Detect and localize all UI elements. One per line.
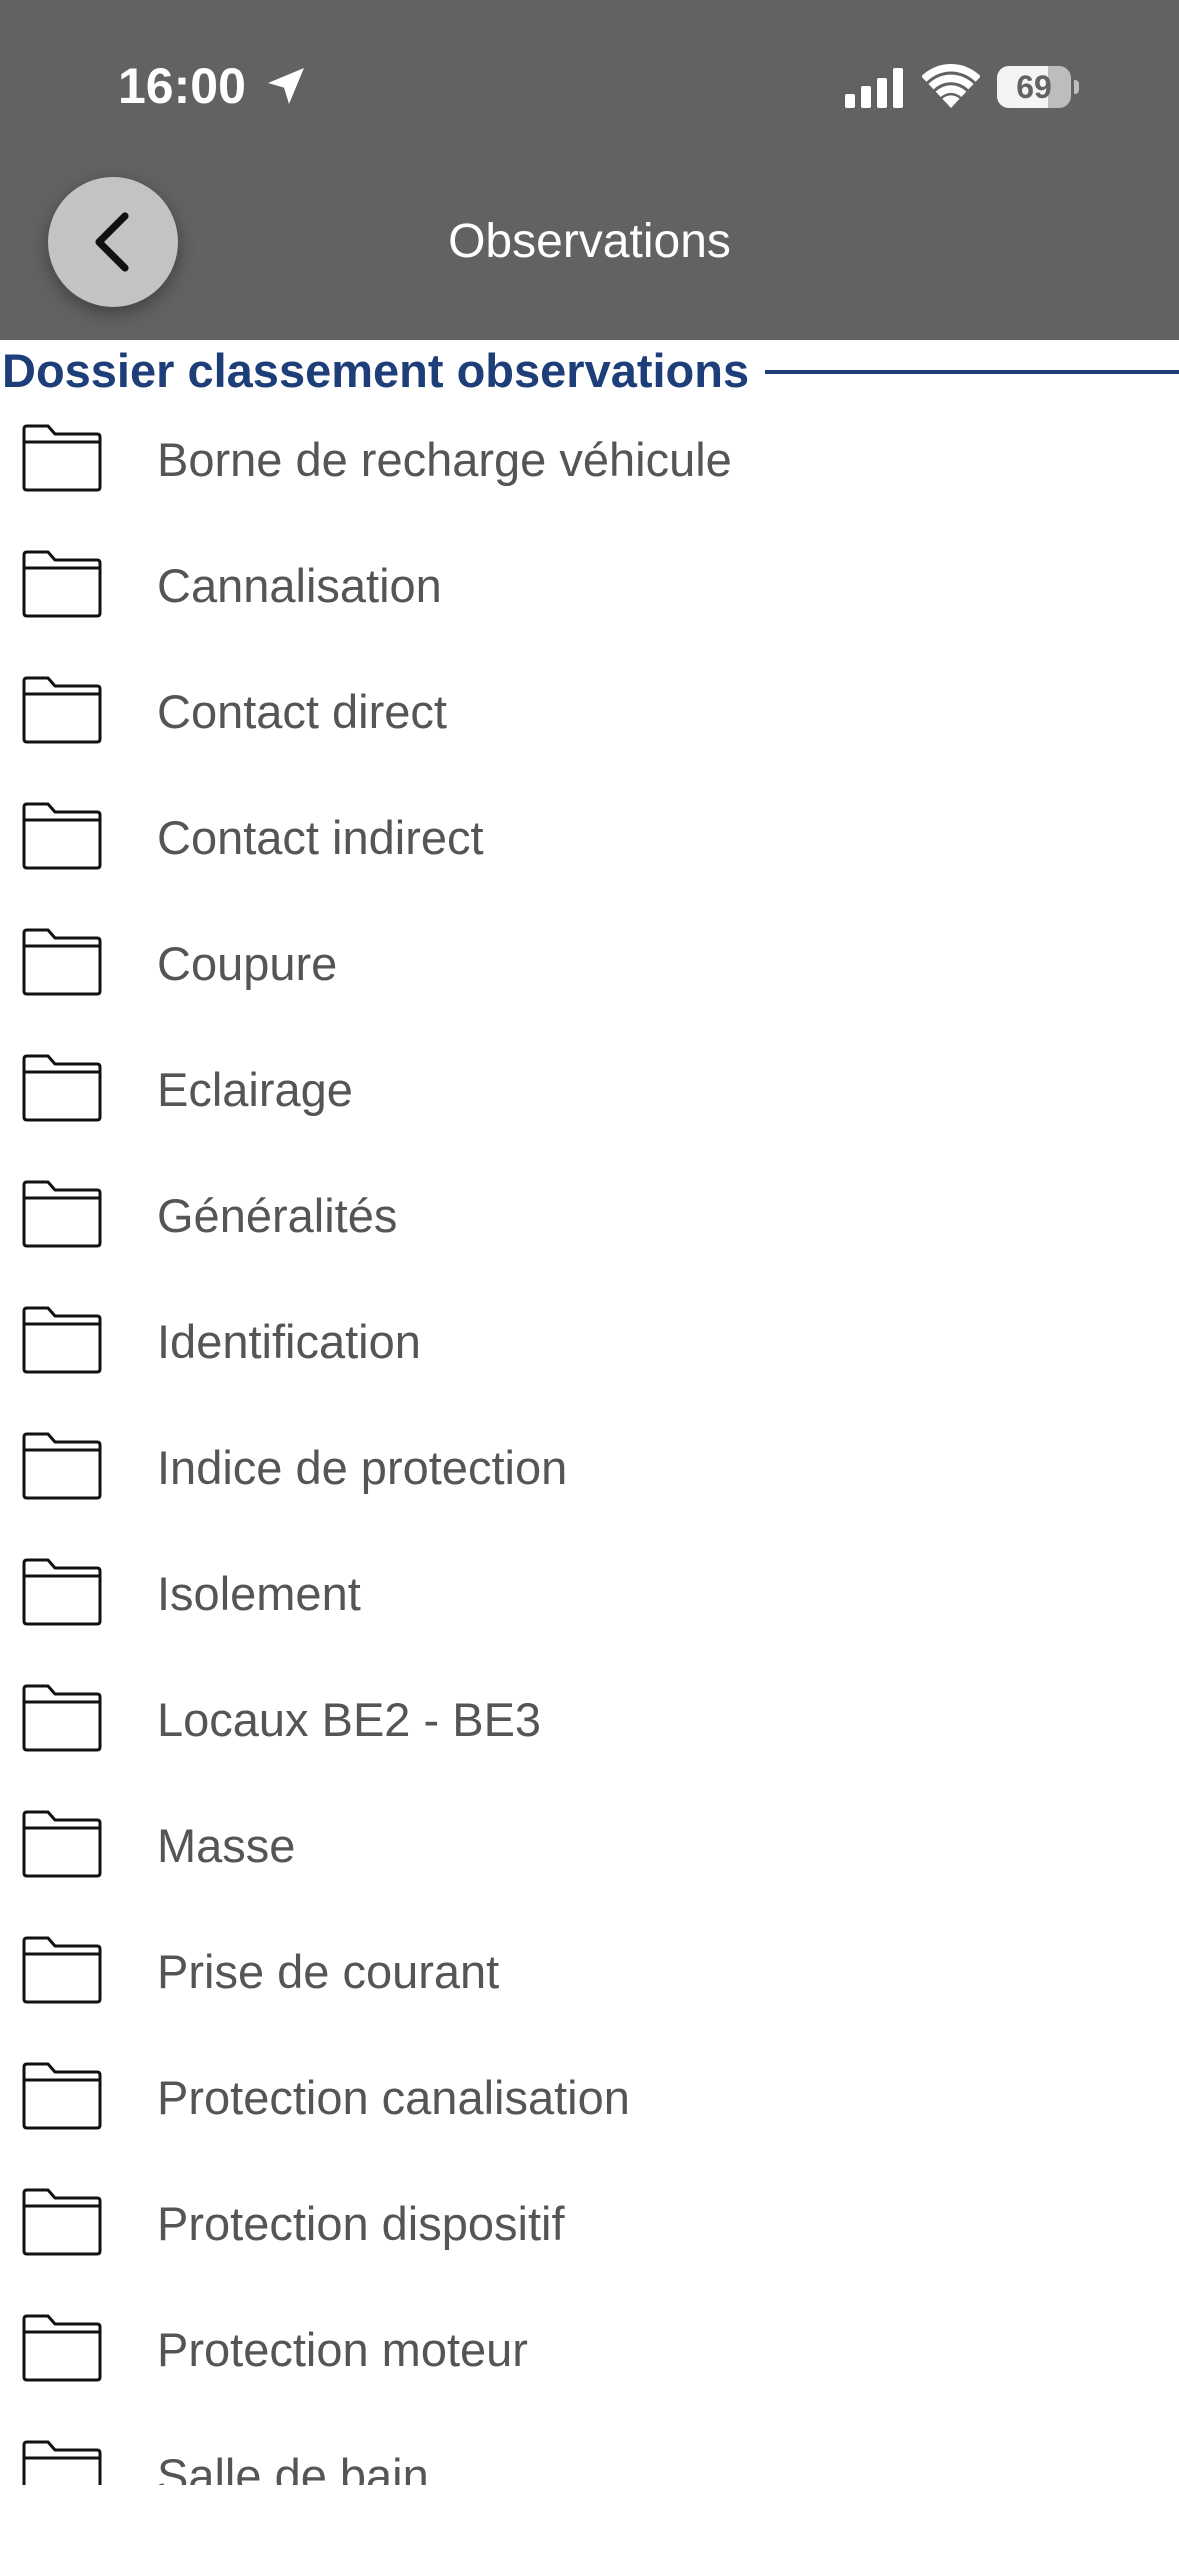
battery-percent: 69 (1016, 69, 1052, 105)
folder-list-item[interactable]: Généralités (0, 1156, 1179, 1282)
folder-icon (22, 2062, 102, 2130)
battery-icon: 69 (997, 66, 1079, 108)
folder-icon (22, 1936, 102, 2004)
folder-list-item[interactable]: Borne de recharge véhicule (0, 400, 1179, 526)
location-arrow-icon (268, 68, 304, 104)
folder-icon (22, 1432, 102, 1500)
folder-label: Masse (157, 1819, 296, 1872)
navigation-header: 16:00 69 Observations (0, 0, 1179, 340)
folder-label: Contact indirect (157, 811, 484, 864)
folder-label: Protection canalisation (157, 2071, 630, 2124)
section-title: Dossier classement observations (2, 343, 750, 397)
folder-list-item[interactable]: Contact indirect (0, 778, 1179, 904)
folder-label: Protection moteur (157, 2323, 528, 2376)
battery-body: 69 (997, 66, 1071, 108)
folder-icon (22, 1306, 102, 1374)
wifi-icon (922, 64, 980, 108)
folder-list-item[interactable]: Isolement (0, 1534, 1179, 1660)
folder-icon (22, 1180, 102, 1248)
folder-label: Prise de courant (157, 1945, 500, 1998)
folder-label: Eclairage (157, 1063, 353, 1116)
folder-icon (22, 676, 102, 744)
folder-list-item[interactable]: Protection moteur (0, 2290, 1179, 2416)
folder-list-item[interactable]: Eclairage (0, 1030, 1179, 1156)
folder-label: Identification (157, 1315, 421, 1368)
folder-label: Indice de protection (157, 1441, 568, 1494)
folder-list-item[interactable]: Cannalisation (0, 526, 1179, 652)
folder-icon (22, 2188, 102, 2256)
folder-icon (22, 1054, 102, 1122)
battery-nub (1074, 80, 1079, 94)
page-title: Observations (448, 215, 731, 268)
folder-icon (22, 1558, 102, 1626)
folder-label: Contact direct (157, 685, 447, 738)
folder-label: Généralités (157, 1189, 398, 1242)
folder-list[interactable]: Borne de recharge véhicule Cannalisation… (0, 400, 1179, 2485)
folder-label: Coupure (157, 937, 338, 990)
folder-icon (22, 424, 102, 492)
folder-label: Cannalisation (157, 559, 442, 612)
folder-list-item[interactable]: Prise de courant (0, 1912, 1179, 2038)
folder-icon (22, 928, 102, 996)
folder-list-item[interactable]: Masse (0, 1786, 1179, 1912)
status-time: 16:00 (118, 58, 246, 114)
folder-list-item[interactable]: Salle de bain (0, 2416, 1179, 2485)
section-divider (765, 370, 1179, 374)
folder-list-item[interactable]: Identification (0, 1282, 1179, 1408)
folder-list-item[interactable]: Protection dispositif (0, 2164, 1179, 2290)
folder-list-item[interactable]: Protection canalisation (0, 2038, 1179, 2164)
cellular-signal-icon (845, 68, 903, 108)
folder-label: Locaux BE2 - BE3 (157, 1693, 542, 1746)
folder-label: Protection dispositif (157, 2197, 565, 2250)
folder-label: Borne de recharge véhicule (157, 433, 732, 486)
folder-list-item[interactable]: Indice de protection (0, 1408, 1179, 1534)
folder-label: Salle de bain (157, 2449, 429, 2485)
folder-icon (22, 802, 102, 870)
folder-icon (22, 1684, 102, 1752)
folder-icon (22, 2314, 102, 2382)
screen: 16:00 69 Observations Dossier classement… (0, 0, 1179, 2556)
folder-icon (22, 2440, 102, 2485)
folder-list-item[interactable]: Contact direct (0, 652, 1179, 778)
section-header: Dossier classement observations (0, 340, 1179, 400)
folder-label: Isolement (157, 1567, 361, 1620)
folder-list-item[interactable]: Coupure (0, 904, 1179, 1030)
folder-list-item[interactable]: Locaux BE2 - BE3 (0, 1660, 1179, 1786)
folder-icon (22, 550, 102, 618)
folder-icon (22, 1810, 102, 1878)
